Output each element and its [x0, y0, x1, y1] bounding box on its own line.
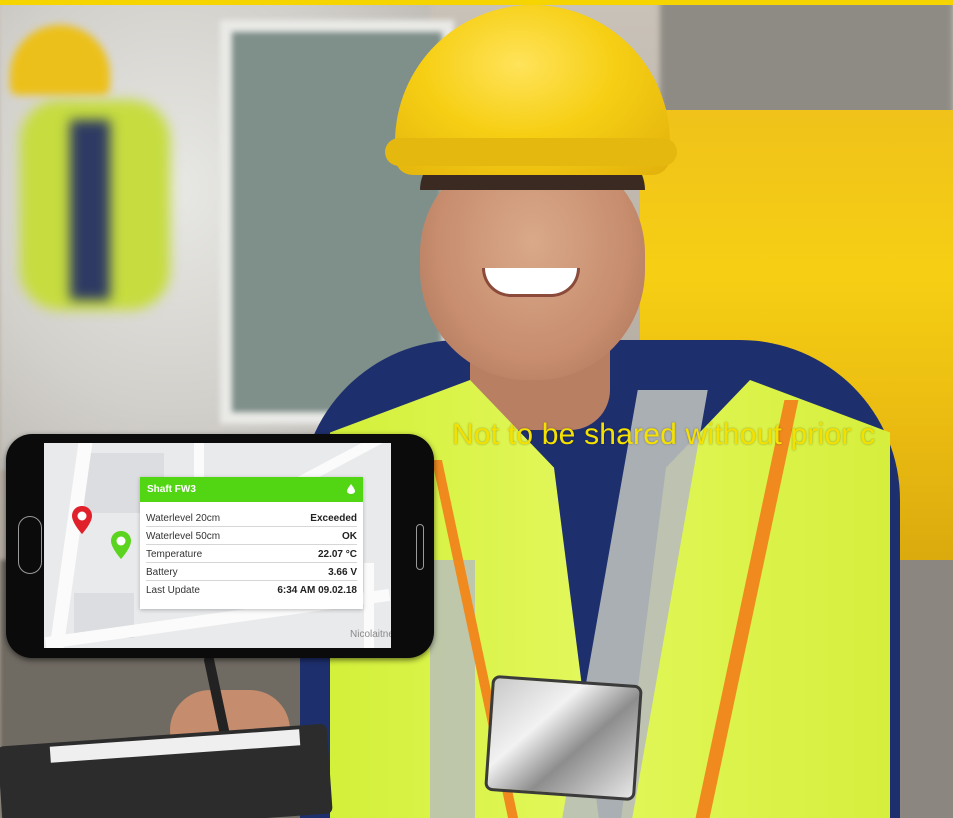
card-row: Waterlevel 20cm Exceeded — [146, 509, 357, 527]
row-value: 22.07 °C — [317, 549, 357, 560]
card-row: Temperature 22.07 °C — [146, 545, 357, 563]
hard-hat-brim — [385, 138, 677, 166]
top-accent-bar — [0, 0, 953, 5]
id-badge-holder — [484, 674, 643, 802]
card-row: Last Update 6:34 AM 09.02.18 — [146, 581, 357, 598]
watermark-text: Not to be shared without prior c — [452, 418, 876, 451]
background-worker-shirt — [70, 120, 110, 300]
card-row: Waterlevel 50cm OK — [146, 527, 357, 545]
row-label: Temperature — [146, 549, 203, 560]
photo-background — [0, 0, 953, 818]
row-label: Last Update — [146, 585, 200, 596]
row-value: OK — [342, 531, 357, 542]
green-map-pin-icon[interactable] — [110, 530, 132, 560]
card-row: Battery 3.66 V — [146, 563, 357, 581]
card-header: Shaft FW3 — [140, 477, 363, 502]
row-label: Battery — [146, 567, 178, 578]
row-value: 6:34 AM 09.02.18 — [277, 585, 357, 596]
red-map-pin-icon[interactable] — [71, 505, 93, 535]
background-upper-right — [660, 0, 953, 120]
card-title: Shaft FW3 — [147, 484, 196, 495]
water-drop-icon — [347, 484, 355, 494]
sensor-info-card[interactable]: Shaft FW3 Waterlevel 20cm Exceeded Water… — [140, 477, 363, 609]
phone-speaker — [416, 524, 424, 570]
row-label: Waterlevel 20cm — [146, 513, 221, 524]
worker-smile — [482, 268, 580, 297]
row-label: Waterlevel 50cm — [146, 531, 221, 542]
row-value: 3.66 V — [328, 567, 357, 578]
map-street-label: Nicolaitne — [350, 629, 391, 640]
phone-home-button[interactable] — [18, 516, 42, 574]
row-value: Exceeded — [310, 513, 357, 524]
